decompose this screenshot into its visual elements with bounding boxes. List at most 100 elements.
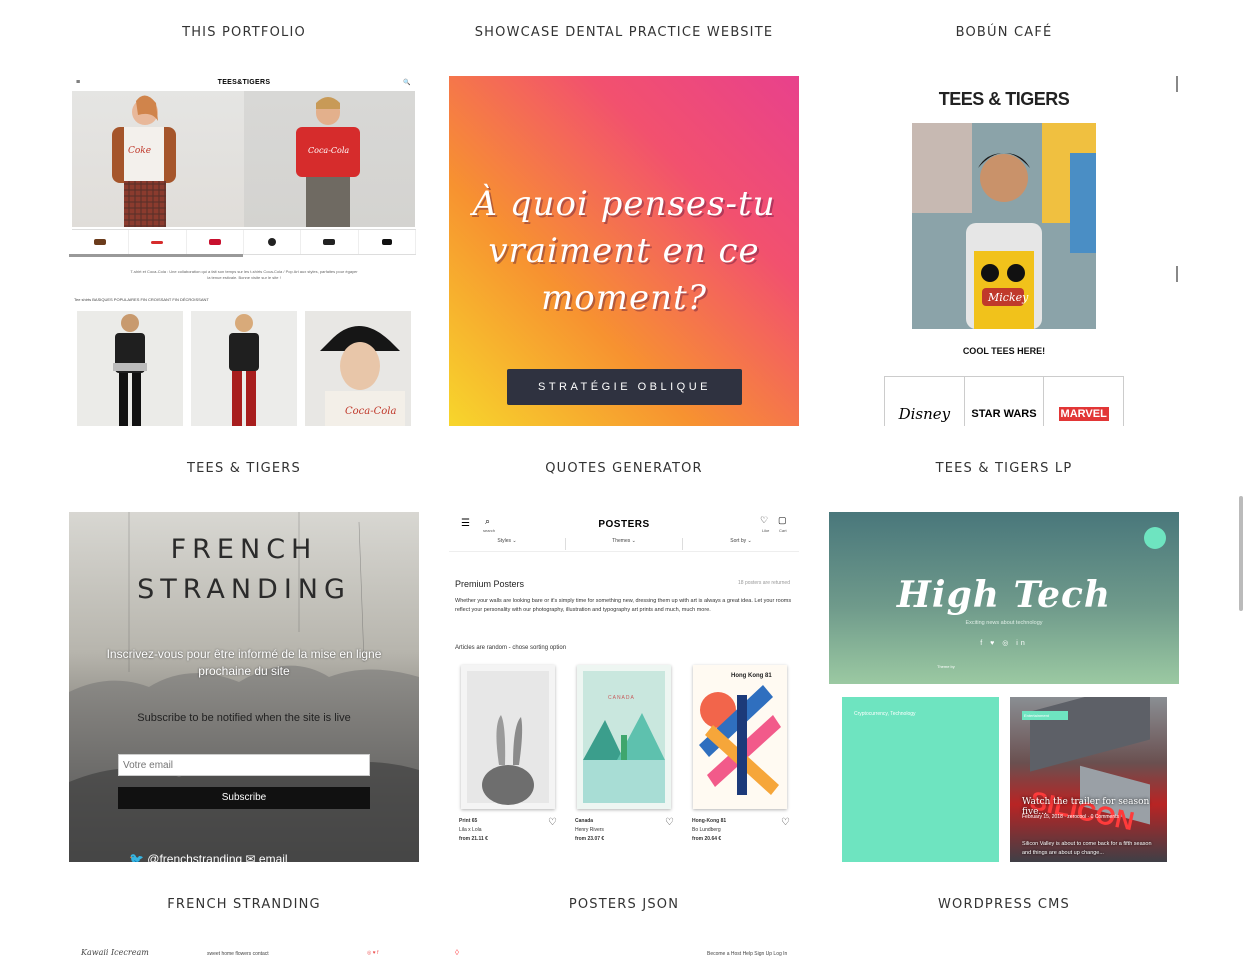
signup-text-fr: Inscrivez-vous pour être informé de la m… (106, 647, 382, 678)
scroll-indicator (1176, 266, 1178, 282)
poster-hong-kong[interactable]: Hong Kong 81 (693, 665, 787, 809)
hero-image: Mickey (912, 123, 1096, 329)
heart-icon[interactable]: ♡ (548, 817, 557, 828)
poster-caption: Canada Henry Rivers from 23.07 € (575, 817, 604, 844)
project-card-tees-tigers[interactable]: ≡ TEES&TIGERS 🔍 Coke Coca-Cola T-shirt e… (69, 76, 419, 426)
tees-tigers-logo: TEES & TIGERS (938, 89, 1070, 109)
filter-sort[interactable]: Sort by ⌄ (683, 538, 799, 550)
svg-text:Mickey: Mickey (987, 291, 1029, 304)
poster-artist: Lila x Lola (459, 827, 482, 833)
heart-icon[interactable]: ♡ (665, 817, 674, 828)
signup-text-en: Subscribe to be notified when the site i… (137, 712, 351, 724)
poster-name: Hong-Kong 81 (692, 818, 727, 824)
posters-description: Whether your walls are looking bare or i… (455, 598, 792, 613)
svg-text:Coca-Cola: Coca-Cola (345, 406, 396, 417)
menu-button[interactable] (1144, 527, 1166, 549)
carousel-progress (69, 254, 243, 257)
star-wars-logo[interactable]: STAR WARS (965, 377, 1045, 426)
article-category: Cryptocurrency, Technology (854, 711, 916, 717)
project-title-posters-json: POSTERS JSON (568, 897, 680, 912)
brand-logo[interactable] (72, 230, 130, 254)
project-title-tees-lp: TEES & TIGERS LP (935, 461, 1073, 476)
brand-logo[interactable] (244, 230, 302, 254)
poster-canada[interactable]: CANADA (577, 665, 671, 809)
poster-price: from 20.64 € (692, 836, 722, 842)
store-logo: TEES&TIGERS (217, 79, 271, 86)
project-title-dental: SHOWCASE DENTAL PRACTICE WEBSITE (474, 25, 774, 40)
product-image[interactable]: Coca-Cola (305, 311, 411, 426)
subscribe-button[interactable]: Subscribe (118, 787, 370, 809)
filter-themes[interactable]: Themes ⌄ (566, 538, 683, 550)
high-tech-subtitle: Exciting news about technology (965, 620, 1043, 626)
filter-bar: Styles ⌄ Themes ⌄ Sort by ⌄ (449, 538, 799, 550)
article-card[interactable]: SILICON Entertainment Watch the trailer … (1010, 697, 1167, 862)
french-title-line1: FRENCH (170, 534, 318, 565)
article-meta: February 15, 2018 · zerocool · 0 Comment… (1022, 814, 1119, 820)
project-card-french-stranding[interactable]: FRENCH STRANDING Inscrivez-vous pour êtr… (69, 512, 419, 862)
project-card-airbnb[interactable]: ◊ Become a Host Help Sign Up Log In (449, 945, 799, 960)
strategie-oblique-button[interactable]: STRATÉGIE OBLIQUE (507, 369, 742, 405)
brand-logo[interactable] (187, 230, 244, 254)
product-image[interactable] (191, 311, 297, 426)
french-title-line2: STRANDING (137, 574, 351, 605)
social-links[interactable]: 🐦 @frenchstranding ✉ email (129, 852, 389, 862)
project-title-wordpress: WORDPRESS CMS (938, 897, 1070, 912)
high-tech-title: High Tech (896, 574, 1112, 616)
project-title-french-stranding: FRENCH STRANDING (167, 897, 321, 912)
article-tag[interactable]: Entertainment (1022, 711, 1068, 720)
marvel-logo-wrap[interactable]: MARVEL (1044, 377, 1123, 426)
posters-logo: POSTERS (598, 519, 650, 530)
heart-icon[interactable]: ♡ (781, 817, 790, 828)
kawaii-nav[interactable]: sweet home flowers contact (207, 951, 269, 957)
airbnb-nav[interactable]: Become a Host Help Sign Up Log In (707, 951, 787, 957)
posters-heading: Premium Posters (455, 579, 525, 589)
social-icons[interactable]: f ♥ ◎ in (829, 639, 1179, 647)
product-nav[interactable]: Tee shirts BASIQUES POPULAIRES FIN CROIS… (74, 297, 209, 302)
marvel-logo: MARVEL (1058, 406, 1109, 421)
poster-name: Canada (575, 818, 594, 824)
store-header: ≡ TEES&TIGERS 🔍 (69, 76, 419, 90)
brand-logo[interactable] (129, 230, 187, 254)
article-excerpt: Silicon Valley is about to come back for… (1022, 841, 1152, 856)
posters-count: 18 posters are returned (738, 580, 790, 586)
hong-kong-text: Hong Kong 81 (731, 673, 772, 679)
filter-styles[interactable]: Styles ⌄ (449, 538, 566, 550)
svg-text:Coke: Coke (128, 146, 151, 156)
poster-name: Print 65 (459, 818, 478, 824)
project-title-bobun-cafe: BOBÚN CAFÉ (955, 25, 1053, 40)
poster-caption: Hong-Kong 81 Bo Lundberg from 20.64 € (692, 817, 726, 844)
product-image[interactable] (77, 311, 183, 426)
disney-logo[interactable]: Disney (885, 377, 965, 426)
hero-photo-right: Coca-Cola (244, 91, 415, 227)
search-icon: 🔍 (403, 80, 411, 86)
project-card-high-tech[interactable]: High Tech Exciting news about technology… (829, 512, 1179, 862)
poster-caption: Print 65 Lila x Lola from 21.11 € (459, 817, 488, 844)
menu-icon: ≡ (76, 79, 81, 86)
page-scrollbar[interactable] (1239, 496, 1243, 611)
social-icons[interactable]: ◎ ♥ f (367, 950, 379, 956)
project-card-kawaii[interactable]: Kawaii Icecream sweet home flowers conta… (69, 945, 419, 960)
project-title-quotes: QUOTES GENERATOR (545, 461, 703, 476)
poster-price: from 21.11 € (459, 836, 488, 842)
hero-photo-left: Coke (72, 91, 244, 227)
project-card-quote[interactable]: À quoi penses-tu vraiment en ce moment? … (449, 76, 799, 426)
airbnb-logo-icon: ◊ (455, 948, 459, 957)
project-title-tees-tigers: TEES & TIGERS (187, 461, 301, 476)
poster-artist: Bo Lundberg (692, 827, 721, 833)
poster-print65[interactable] (461, 665, 555, 809)
quote-text: À quoi penses-tu vraiment en ce moment? (472, 184, 776, 318)
brand-logos: Disney STAR WARS MARVEL (884, 376, 1124, 426)
poster-artist: Henry Rivers (575, 827, 604, 833)
kawaii-logo: Kawaii Icecream (81, 948, 149, 957)
project-card-posters[interactable]: ☰ ⌕ search ♡ Like ▢ Cart POSTERS Styles … (449, 512, 799, 862)
poster-price: from 23.07 € (575, 836, 605, 842)
canada-text: CANADA (608, 695, 635, 701)
email-field[interactable] (118, 754, 370, 776)
intro-text: T-shirt et Coca-Cola : Une collaboration… (130, 269, 358, 280)
brand-logo[interactable] (359, 230, 416, 254)
theme-credit: Theme by (937, 664, 955, 669)
project-card-bobun[interactable]: TEES & TIGERS Mickey COOL TEES HERE! Dis… (829, 76, 1179, 426)
article-card[interactable]: Cryptocurrency, Technology (842, 697, 999, 862)
portfolio-page: THIS PORTFOLIO SHOWCASE DENTAL PRACTICE … (0, 0, 1245, 960)
brand-logo[interactable] (301, 230, 359, 254)
